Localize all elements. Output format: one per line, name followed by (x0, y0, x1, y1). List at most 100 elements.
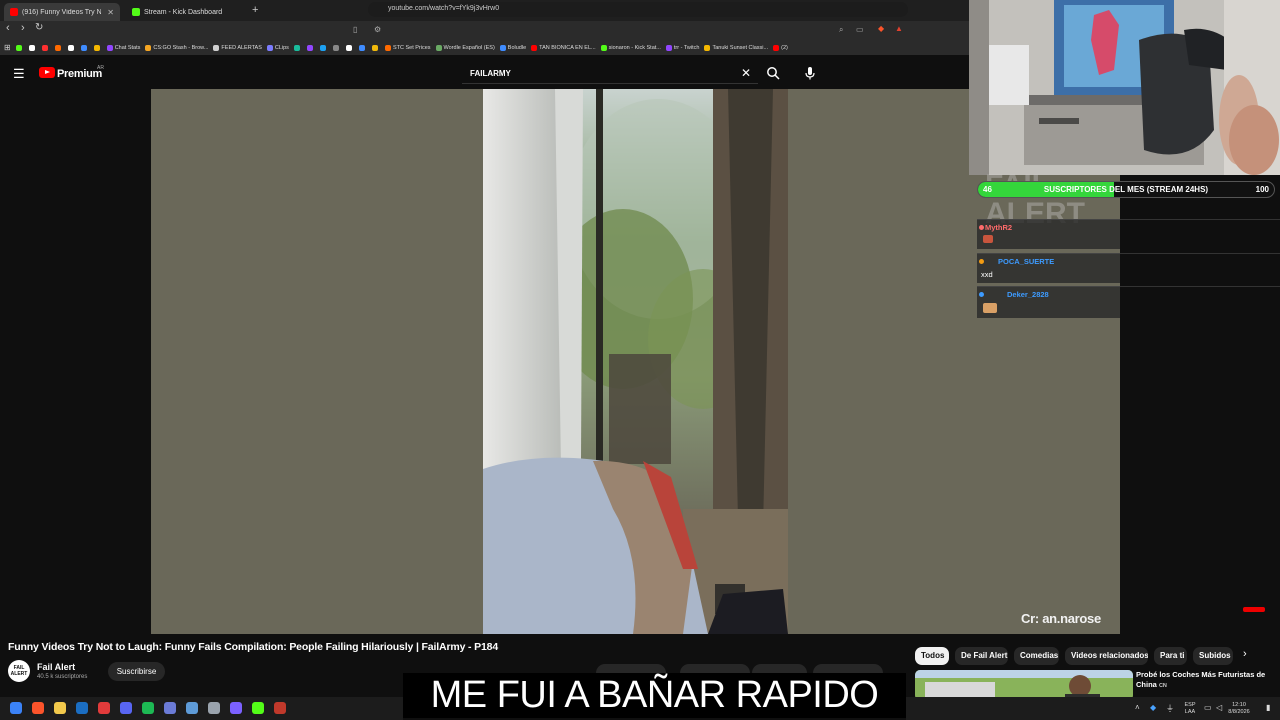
url-field[interactable]: youtube.com/watch?v=fYk9j3vHrw0 (368, 2, 908, 17)
new-tab-button[interactable]: + (252, 4, 258, 16)
app-icon[interactable] (230, 702, 242, 714)
stream-subtitle-caption: ME FUI A BAÑAR RAPIDO (403, 673, 906, 718)
brave-browser-icon[interactable] (32, 702, 44, 714)
subscribe-button[interactable]: Suscribirse (108, 662, 165, 681)
chat-row-divider (1120, 253, 1280, 282)
chip-for-you[interactable]: Para ti (1154, 647, 1187, 665)
bookmark-item[interactable] (293, 44, 302, 51)
bookmark-stc-set-prices[interactable]: STC Set Prices (384, 44, 431, 51)
bookmark-favicon-icon (358, 44, 365, 51)
app-icon[interactable] (208, 702, 220, 714)
bookmark-favicon-icon (531, 44, 538, 51)
bookmark-item[interactable] (54, 44, 63, 51)
bookmark-csgo-stash[interactable]: CS:GO Stash - Brow... (145, 44, 208, 51)
clock[interactable]: 12:10 8/8/2026 (1228, 702, 1250, 716)
bookmark-item[interactable] (358, 44, 367, 51)
bookmark-item[interactable] (93, 44, 102, 51)
app-icon[interactable] (164, 702, 176, 714)
discord-icon[interactable] (120, 702, 132, 714)
clock-time: 12:10 (1232, 702, 1246, 708)
language-code: ESP (1184, 702, 1196, 708)
chat-emote-icon (983, 235, 993, 243)
youtube-logo-icon[interactable] (39, 67, 55, 78)
bookmark-item[interactable] (306, 44, 315, 51)
bookmark-icon[interactable]: ▯ (353, 25, 357, 34)
bookmark-item[interactable] (371, 44, 380, 51)
chip-from-channel[interactable]: De Fail Alert (955, 647, 1008, 665)
tray-app-icon[interactable]: ◆ (1150, 703, 1156, 712)
input-language[interactable]: ESP LAA (1181, 702, 1199, 716)
cast-icon[interactable]: ▭ (856, 25, 864, 34)
kick-app-icon[interactable] (252, 702, 264, 714)
recommended-video[interactable]: Probé los Coches Más Futuristas de China… (1136, 670, 1276, 691)
app-icon[interactable] (186, 702, 198, 714)
bookmark-favicon-icon (773, 44, 780, 51)
chip-related[interactable]: Videos relacionados (1065, 647, 1148, 665)
chip-comedy[interactable]: Comedias (1014, 647, 1059, 665)
video-frame[interactable] (483, 89, 788, 634)
microphone-icon[interactable] (803, 66, 817, 80)
bookmark-kick-stats[interactable]: sionaron - Kick Stat... (600, 44, 661, 51)
tab-youtube[interactable]: (916) Funny Videos Try Not to ✕ (4, 3, 120, 21)
brave-shield-icon[interactable]: ◆ (878, 24, 884, 33)
bookmark-boludle[interactable]: Boludle (499, 44, 526, 51)
bookmark-favicon-icon (384, 44, 391, 51)
chat-row-divider (1120, 286, 1280, 317)
network-icon[interactable]: ▭ (1204, 703, 1212, 712)
file-explorer-icon[interactable] (54, 702, 66, 714)
windows-start-icon[interactable] (10, 702, 22, 714)
bookmark-item[interactable] (319, 44, 328, 51)
bookmark-favicon-icon (600, 44, 607, 51)
bookmark-feed-alertas[interactable]: FEED ALERTAS (213, 44, 262, 51)
reload-icon[interactable]: ↻ (35, 22, 43, 33)
bookmark-item[interactable] (332, 44, 341, 51)
bookmark-youtube[interactable]: (2) (773, 44, 788, 51)
chrome-icon[interactable] (98, 702, 110, 714)
bookmark-chat-stats[interactable]: Chat Stats (106, 44, 140, 51)
bookmark-item[interactable] (41, 44, 50, 51)
clear-search-icon[interactable]: ✕ (741, 66, 751, 80)
spotify-icon[interactable] (142, 702, 154, 714)
tab-kick-dashboard[interactable]: Stream - Kick Dashboard (126, 3, 244, 21)
apps-grid-icon[interactable]: ⊞ (4, 43, 11, 52)
chip-all[interactable]: Todos (915, 647, 949, 665)
webcam-image (969, 0, 1280, 175)
back-icon[interactable]: ‹ (6, 22, 10, 34)
bookmark-item[interactable] (28, 44, 37, 51)
steam-icon[interactable] (76, 702, 88, 714)
bookmark-item[interactable] (345, 44, 354, 51)
subscriber-goal-bar: 46 SUSCRIPTORES DEL MES (STREAM 24HS) 10… (977, 181, 1275, 198)
bookmark-item[interactable] (15, 44, 24, 51)
site-info-icon[interactable]: ⚙ (374, 25, 381, 34)
bookmark-favicon-icon (67, 44, 74, 51)
bookmark-tan-bionica[interactable]: TAN BIONICA EN EL... (531, 44, 596, 51)
bookmark-twitch[interactable]: trr - Twitch (665, 44, 699, 51)
brave-rewards-icon[interactable]: ▲ (895, 24, 903, 33)
search-icon[interactable] (766, 66, 780, 80)
chip-uploads[interactable]: Subidos r (1193, 647, 1233, 665)
forward-icon[interactable]: › (21, 22, 25, 34)
bookmark-clips[interactable]: CLips (266, 44, 289, 51)
bookmark-favicon-icon (704, 44, 711, 51)
bookmark-item[interactable] (67, 44, 76, 51)
youtube-premium-logo[interactable]: Premium (57, 68, 102, 80)
notifications-icon[interactable]: ▮ (1266, 703, 1270, 712)
app-icon[interactable] (274, 702, 286, 714)
tray-app-icon[interactable]: ⏚ (1166, 703, 1174, 714)
close-tab-icon[interactable]: ✕ (107, 8, 114, 17)
search-input[interactable]: FAILARMY (470, 69, 511, 78)
country-code: AR (97, 65, 104, 71)
bookmark-wordle[interactable]: Wordle Español (ES) (435, 44, 495, 51)
zoom-icon[interactable]: ⌕ (839, 25, 843, 35)
recommended-thumbnail[interactable] (915, 670, 1133, 700)
chevron-right-icon[interactable]: › (1243, 648, 1247, 660)
volume-icon[interactable]: ◁ (1216, 703, 1222, 712)
bookmark-item[interactable] (80, 44, 89, 51)
chevron-up-icon[interactable]: ˄ (1135, 703, 1140, 712)
channel-avatar[interactable]: FAIL ALERT (8, 660, 30, 682)
channel-name[interactable]: Fail Alert (37, 662, 75, 672)
url-text: youtube.com/watch?v=fYk9j3vHrw0 (388, 5, 500, 12)
menu-icon[interactable]: ☰ (13, 66, 25, 82)
bookmark-tanuki-sunset[interactable]: Tanuki Sunset Classi... (704, 44, 768, 51)
bookmark-favicon-icon (15, 44, 22, 51)
